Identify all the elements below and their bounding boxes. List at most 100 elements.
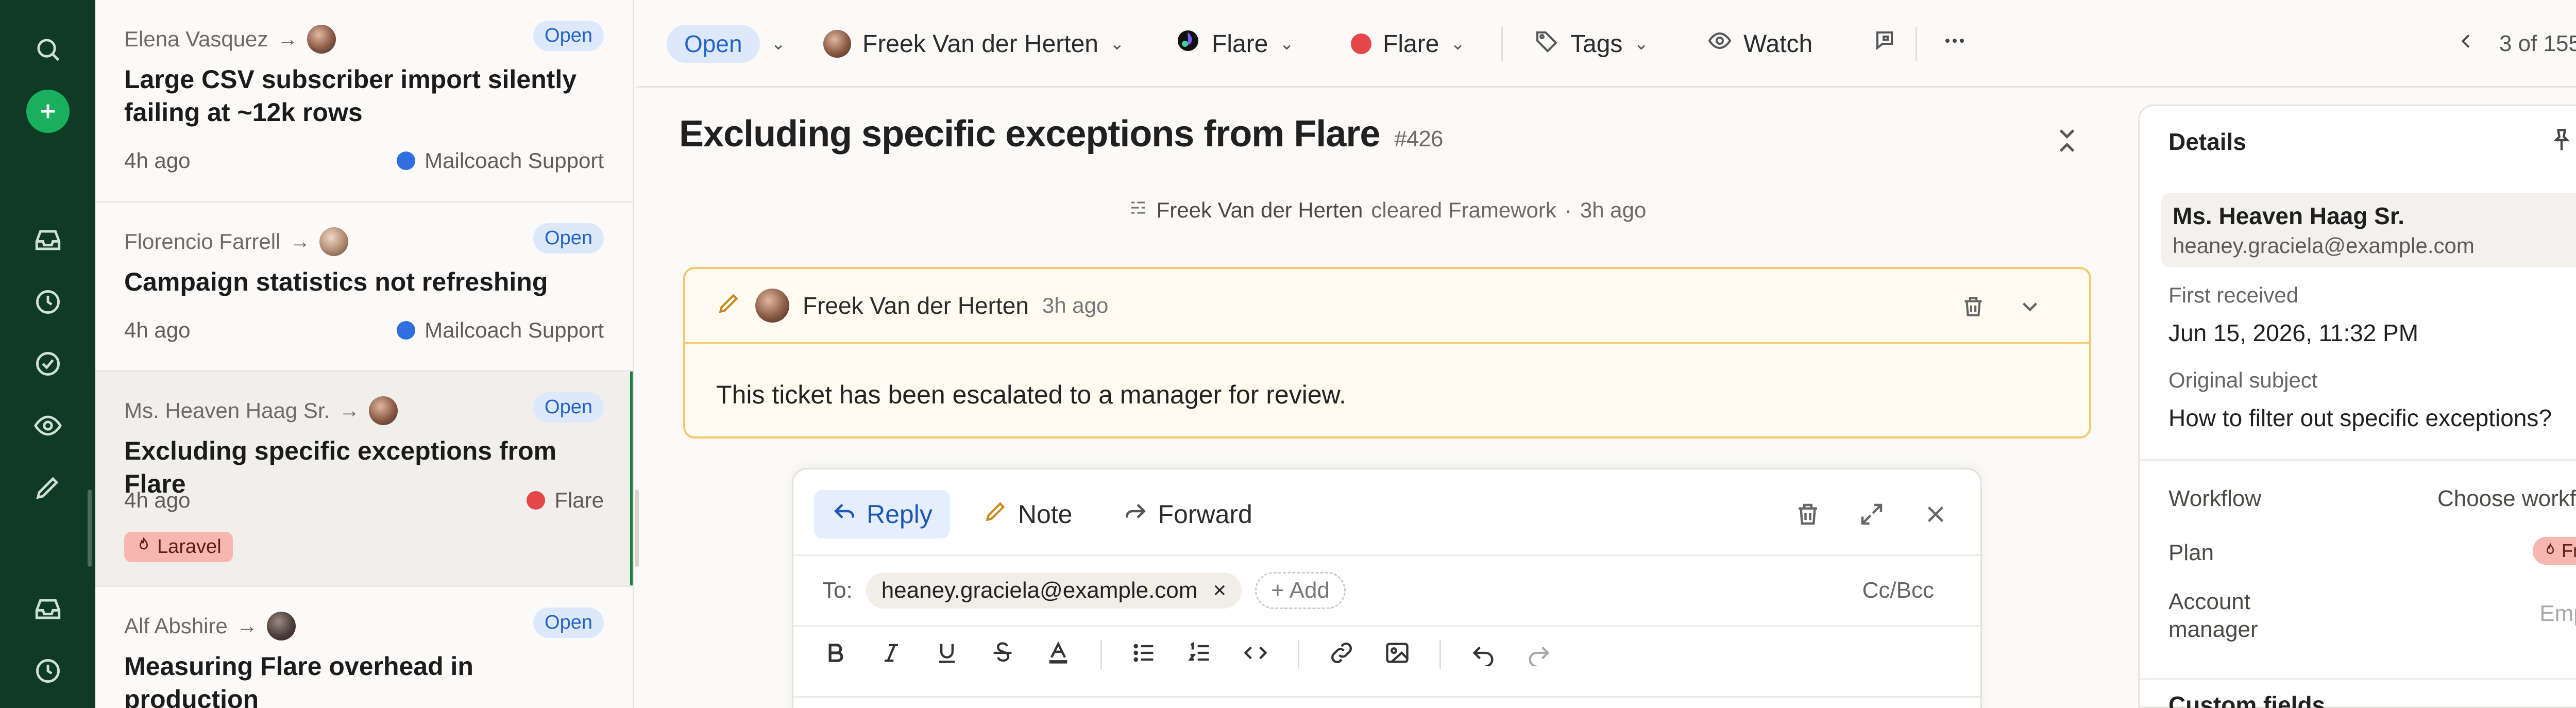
add-recipient-button[interactable]: + Add xyxy=(1255,572,1346,609)
tab-note-label: Note xyxy=(1018,500,1073,529)
internal-note: Freek Van der Herten 3h ago This ticket … xyxy=(683,267,2091,439)
pin-icon[interactable] xyxy=(2548,127,2575,156)
toolbar-divider xyxy=(1501,27,1503,61)
eye-icon xyxy=(1707,28,1732,59)
history-icon[interactable] xyxy=(23,646,73,696)
recipient-chip[interactable]: heaney.graciela@example.com × xyxy=(866,572,1242,609)
inbox-dot-icon xyxy=(397,151,416,170)
rail-resize-handle[interactable] xyxy=(88,490,92,567)
numbered-list-icon[interactable] xyxy=(1187,639,1213,669)
ticket-time: 4h ago xyxy=(124,488,191,512)
plus-icon[interactable] xyxy=(26,90,70,133)
image-icon[interactable] xyxy=(1384,639,1411,669)
strikethrough-icon[interactable] xyxy=(989,639,1016,669)
search-icon[interactable] xyxy=(23,25,73,74)
expand-icon[interactable] xyxy=(1858,500,1886,531)
tab-note[interactable]: Note xyxy=(965,490,1090,538)
italic-icon[interactable] xyxy=(878,639,905,669)
underline-icon[interactable] xyxy=(934,639,960,669)
project-dropdown[interactable]: Flare ⌄ xyxy=(1176,0,1294,88)
ticket-inbox: Mailcoach Support xyxy=(397,148,604,173)
ticket-list-item-selected[interactable]: Ms. Heaven Haag Sr. → Open Excluding spe… xyxy=(95,372,633,587)
remove-recipient-icon[interactable]: × xyxy=(1213,578,1226,603)
chevron-down-icon[interactable] xyxy=(2017,294,2043,322)
chevron-down-icon: ⌄ xyxy=(1634,34,1649,54)
app-window: Elena Vasquez → Open Large CSV subscribe… xyxy=(0,0,2576,708)
ticket-sender: Alf Abshire xyxy=(124,614,228,638)
tab-forward-label: Forward xyxy=(1158,500,1252,529)
app-rail xyxy=(0,0,95,708)
watch-button[interactable]: Watch xyxy=(1707,0,1812,88)
trash-icon[interactable] xyxy=(1794,500,1822,531)
plan-select[interactable]: Free xyxy=(2532,537,2576,565)
tag-label: Laravel xyxy=(157,536,222,558)
clock-icon[interactable] xyxy=(23,277,73,327)
link-icon[interactable] xyxy=(1328,639,1355,669)
close-icon[interactable] xyxy=(1922,500,1950,531)
tab-forward[interactable]: Forward xyxy=(1105,490,1269,538)
contact-card[interactable]: Ms. Heaven Haag Sr. heaney.graciela@exam… xyxy=(2161,193,2576,267)
arrow-right-icon: → xyxy=(290,230,311,253)
pager-count: 3 of 155 xyxy=(2499,31,2576,56)
bullet-list-icon[interactable] xyxy=(1131,639,1158,669)
status-dropdown[interactable]: Open ⌄ xyxy=(667,0,786,88)
assignee-label: Freek Van der Herten xyxy=(862,30,1098,58)
tab-reply-label: Reply xyxy=(867,500,933,529)
collapse-icon[interactable] xyxy=(2052,125,2082,156)
page-title: Excluding specific exceptions from Flare xyxy=(679,113,1380,155)
flame-icon xyxy=(135,536,152,558)
recipient-email: heaney.graciela@example.com xyxy=(881,578,1198,603)
pencil-icon[interactable] xyxy=(23,463,73,512)
workflow-select[interactable]: Choose workflow xyxy=(2437,486,2576,512)
plan-label: Plan xyxy=(2168,540,2214,565)
ticket-list-item[interactable]: Alf Abshire → Open Measuring Flare overh… xyxy=(95,587,633,708)
plan-value: Free xyxy=(2561,540,2576,561)
check-circle-icon[interactable] xyxy=(23,339,73,389)
ticket-sender-row: Ms. Heaven Haag Sr. → xyxy=(124,396,398,425)
flare-logo-icon xyxy=(1176,28,1200,59)
inbox-label: Flare xyxy=(1383,30,1439,58)
tag-badge[interactable]: Laravel xyxy=(124,532,233,562)
composer-tabs: Reply Note Forward xyxy=(814,490,1270,538)
text-color-icon[interactable] xyxy=(1045,639,1072,669)
note-author: Freek Van der Herten xyxy=(803,292,1029,319)
inbox-dropdown[interactable]: Flare ⌄ xyxy=(1351,0,1465,88)
details-actions xyxy=(2548,127,2576,156)
note-header: Freek Van der Herten 3h ago xyxy=(685,269,2089,344)
code-icon[interactable] xyxy=(1242,639,1269,669)
inbox-label: Mailcoach Support xyxy=(425,318,604,342)
formatting-toolbar xyxy=(822,639,1552,669)
custom-fields-label: Custom fields xyxy=(2168,692,2326,708)
more-button[interactable] xyxy=(1942,0,1967,88)
status-badge: Open xyxy=(533,608,604,638)
reply-composer: Reply Note Forward To: heaney.graciela@e… xyxy=(792,468,1982,708)
account-manager-value[interactable]: Empty xyxy=(2539,601,2576,627)
ticket-list-item[interactable]: Florencio Farrell → Open Campaign statis… xyxy=(95,203,633,372)
undo-icon[interactable] xyxy=(1470,639,1497,669)
status-badge: Open xyxy=(533,21,604,51)
chevron-left-icon[interactable] xyxy=(2456,31,2477,57)
inbox-icon[interactable] xyxy=(23,215,73,265)
ticket-sender: Florencio Farrell xyxy=(124,229,281,254)
chevron-down-icon: ⌄ xyxy=(1279,34,1294,54)
note-time: 3h ago xyxy=(1042,293,1109,317)
archive-icon[interactable] xyxy=(23,584,73,634)
trash-icon[interactable] xyxy=(1960,294,1986,322)
tab-reply[interactable]: Reply xyxy=(814,490,950,538)
ticket-list-item[interactable]: Elena Vasquez → Open Large CSV subscribe… xyxy=(95,0,633,203)
assignee-dropdown[interactable]: Freek Van der Herten ⌄ xyxy=(823,0,1125,88)
eye-icon[interactable] xyxy=(23,401,73,450)
activity-time: 3h ago xyxy=(1580,198,1647,222)
ticket-title: Large CSV subscriber import silently fai… xyxy=(124,65,577,127)
chevron-down-icon: ⌄ xyxy=(1110,34,1125,54)
ticket-list: Elena Vasquez → Open Large CSV subscribe… xyxy=(95,0,634,708)
tags-dropdown[interactable]: Tags ⌄ xyxy=(1534,0,1649,88)
to-label: To: xyxy=(822,578,853,603)
project-label: Flare xyxy=(1212,30,1268,58)
redo-icon[interactable] xyxy=(1526,639,1552,669)
ccbcc-button[interactable]: Cc/Bcc xyxy=(1862,578,1934,603)
bold-icon[interactable] xyxy=(822,639,849,669)
flag-message-button[interactable] xyxy=(1873,0,1898,88)
pencil-icon xyxy=(983,498,1009,530)
ticket-sender-row: Elena Vasquez → xyxy=(124,25,336,54)
